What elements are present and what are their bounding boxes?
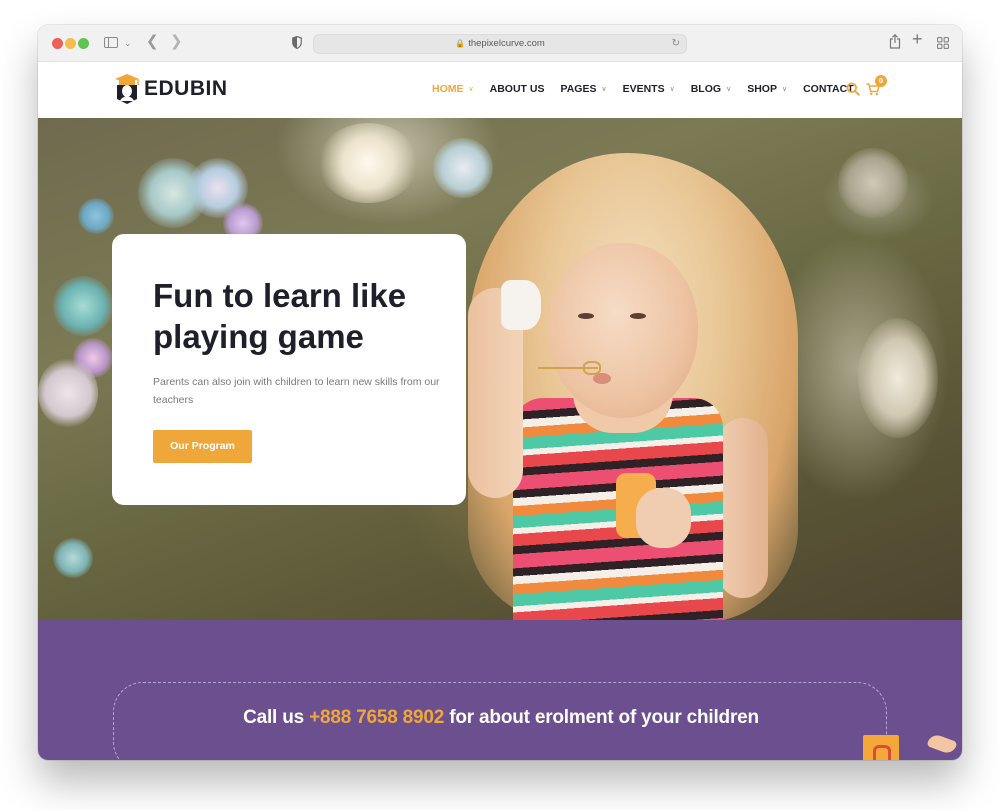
hero-title: Fun to learn like playing game <box>153 277 407 355</box>
hero-subtitle: Parents can also join with children to l… <box>153 376 440 406</box>
toy-block-decoration <box>863 735 899 760</box>
chevron-down-icon: ∨ <box>601 86 607 93</box>
bubble <box>38 358 98 428</box>
chevron-down-icon: ∨ <box>781 86 788 93</box>
cart-count-badge: 0 <box>875 75 887 87</box>
graduation-cap-logo-icon <box>114 73 140 105</box>
bubble <box>53 276 113 336</box>
nav-shop[interactable]: SHOP ∨ <box>747 83 787 95</box>
bokeh-light <box>858 318 938 438</box>
hero-section: Fun to learn like playing game Parents c… <box>38 118 962 620</box>
minimize-window-button[interactable] <box>65 38 76 49</box>
main-nav: HOME ∨ ABOUT US PAGES ∨ EVENTS ∨ BLOG ∨ … <box>432 83 870 95</box>
chevron-down-icon[interactable]: ⌄ <box>124 37 132 50</box>
nav-pages[interactable]: PAGES ∨ <box>560 83 606 95</box>
call-text: Call us +888 7658 8902 for about erolmen… <box>114 707 888 729</box>
girl-hand <box>636 488 691 548</box>
bubble <box>78 198 114 234</box>
nav-about-us[interactable]: ABOUT US <box>490 83 545 95</box>
bubble <box>318 123 418 203</box>
site-header: EDUBIN HOME ∨ ABOUT US PAGES ∨ EVENTS ∨ … <box>38 62 962 118</box>
our-program-button[interactable]: Our Program <box>153 430 252 463</box>
bubble-cup <box>501 280 541 330</box>
bubble-wand-ring <box>583 361 601 375</box>
nav-shop-label: SHOP <box>747 83 777 95</box>
new-tab-icon[interactable]: + <box>912 30 923 48</box>
girl-eye <box>630 313 646 319</box>
nav-blog[interactable]: BLOG ∨ <box>691 83 731 95</box>
chevron-down-icon: ∨ <box>468 86 474 93</box>
search-icon[interactable] <box>846 82 860 96</box>
browser-toolbar: ⌄ ❮ ❯ 🔒 thepixelcurve.com ↻ + <box>38 25 962 62</box>
nav-blog-label: BLOG <box>690 83 722 95</box>
bubble <box>53 538 93 578</box>
sidebar-icon[interactable] <box>104 37 118 48</box>
nav-about-us-label: ABOUT US <box>489 83 545 95</box>
nav-home[interactable]: HOME ∨ <box>432 83 474 95</box>
site-logo[interactable]: EDUBIN <box>114 72 228 106</box>
call-box: Call us +888 7658 8902 for about erolmen… <box>113 682 887 760</box>
nav-events-label: EVENTS <box>622 83 665 95</box>
phone-link[interactable]: +888 7658 8902 <box>309 707 444 728</box>
forward-icon[interactable]: ❯ <box>170 34 183 49</box>
chevron-down-icon: ∨ <box>669 86 675 93</box>
shield-icon[interactable] <box>292 35 302 50</box>
logo-text: EDUBIN <box>144 77 228 100</box>
address-bar[interactable]: 🔒 thepixelcurve.com ↻ <box>313 34 687 54</box>
close-window-button[interactable] <box>52 38 63 49</box>
chevron-down-icon: ∨ <box>726 86 732 93</box>
girl-face <box>548 243 698 418</box>
nav-home-label: HOME <box>432 83 464 95</box>
browser-window: ⌄ ❮ ❯ 🔒 thepixelcurve.com ↻ + EDUBIN HOM… <box>38 25 962 760</box>
call-suffix: for about erolment of your children <box>444 707 759 728</box>
hero-card: Fun to learn like playing game Parents c… <box>112 234 466 505</box>
back-icon[interactable]: ❮ <box>146 34 159 49</box>
url-text: thepixelcurve.com <box>468 38 545 49</box>
hand-decoration <box>926 732 958 756</box>
share-icon[interactable] <box>889 33 901 49</box>
call-prefix: Call us <box>243 707 310 728</box>
nav-events[interactable]: EVENTS ∨ <box>623 83 675 95</box>
bokeh-light <box>838 148 908 218</box>
lock-icon: 🔒 <box>455 39 466 48</box>
zoom-window-button[interactable] <box>78 38 89 49</box>
reload-icon[interactable]: ↻ <box>672 35 680 53</box>
nav-pages-label: PAGES <box>560 83 597 95</box>
call-section: Call us +888 7658 8902 for about erolmen… <box>38 620 962 760</box>
girl-arm <box>718 418 768 598</box>
tab-overview-icon[interactable] <box>937 37 949 49</box>
bubble <box>433 138 493 198</box>
girl-eye <box>578 313 594 319</box>
